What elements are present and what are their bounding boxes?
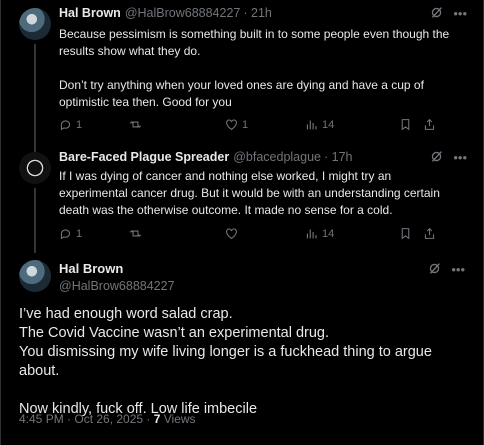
author-name[interactable]: Bare-Faced Plague Spreader	[59, 150, 229, 164]
avatar[interactable]	[19, 152, 51, 184]
reply-button[interactable]: 1	[59, 227, 129, 240]
grok-icon[interactable]	[430, 150, 443, 163]
share-icon	[424, 118, 435, 130]
grok-icon[interactable]	[430, 6, 443, 19]
view-count: 14	[322, 227, 335, 240]
bookmark-button[interactable]	[399, 227, 423, 240]
author-name[interactable]: Hal Brown	[59, 261, 175, 276]
text-line: The Covid Vaccine wasn’t an experimental…	[19, 325, 330, 341]
reply-count: 1	[76, 118, 83, 131]
reply-tweet-2[interactable]: Bare-Faced Plague Spreader @bfacedplague…	[19, 150, 483, 250]
repost-icon	[129, 121, 142, 128]
reply-count: 1	[76, 227, 83, 240]
views-button[interactable]: 14	[305, 118, 399, 131]
tweet-time[interactable]: · 21h	[243, 6, 272, 20]
main-author: Hal Brown @HalBrow68884227	[59, 261, 175, 293]
avatar[interactable]	[19, 8, 51, 40]
analytics-icon	[306, 229, 317, 239]
like-button[interactable]: 1	[225, 118, 305, 131]
main-tweet: Hal Brown @HalBrow68884227 ••• I’ve had …	[1, 258, 483, 438]
avatar[interactable]	[19, 260, 51, 292]
text-line: I’ve had enough word salad crap.	[19, 306, 233, 322]
header-icons: •••	[430, 150, 467, 165]
reply-icon	[60, 120, 71, 131]
author-name[interactable]: Hal Brown	[59, 6, 121, 20]
more-icon[interactable]: •••	[453, 150, 467, 165]
more-icon[interactable]: •••	[451, 262, 465, 277]
text-line: Don’t try anything when your loved ones …	[59, 78, 424, 92]
views-button[interactable]: 14	[305, 227, 399, 240]
author-handle[interactable]: @HalBrow68884227	[125, 6, 241, 20]
text-line: experimental cancer drug. But it would b…	[59, 186, 440, 200]
tweet-meta: 4:45 PM · Oct 26, 2025 · 7 Views	[19, 412, 196, 426]
bookmark-icon	[401, 119, 410, 131]
view-count: 14	[322, 118, 335, 131]
tweet-text: If I was dying of cancer and nothing els…	[59, 168, 465, 219]
text-line: optimistic tea then. Good for you	[59, 95, 232, 109]
timestamp[interactable]: 4:45 PM · Oct 26, 2025 ·	[19, 412, 154, 426]
tweet-time[interactable]: · 17h	[324, 150, 353, 164]
like-icon	[226, 228, 237, 240]
repost-icon	[129, 230, 142, 237]
header-icons: •••	[430, 6, 467, 21]
conversation-thread: Hal Brown @HalBrow68884227 · 21h ••• Bec…	[0, 0, 484, 445]
text-line: If I was dying of cancer and nothing els…	[59, 169, 392, 183]
bookmark-button[interactable]	[399, 118, 423, 131]
action-bar: 1 14	[59, 227, 465, 240]
more-icon[interactable]: •••	[453, 6, 467, 21]
like-count: 1	[242, 118, 249, 131]
grok-icon[interactable]	[428, 262, 441, 275]
bookmark-icon	[401, 228, 410, 240]
share-button[interactable]	[423, 227, 436, 240]
author-handle[interactable]: @bfacedplague	[233, 150, 321, 164]
tweet-text: Because pessimism is something built in …	[59, 26, 465, 111]
reply-tweet-1[interactable]: Hal Brown @HalBrow68884227 · 21h ••• Bec…	[19, 6, 483, 140]
views-label: Views	[160, 412, 196, 426]
text-line: death was the otherwise outcome. It made…	[59, 203, 393, 217]
share-button[interactable]	[423, 118, 436, 131]
analytics-icon	[306, 120, 317, 130]
action-bar: 1 1 14	[59, 118, 465, 131]
author-handle[interactable]: @HalBrow68884227	[59, 279, 175, 293]
tweet-header: Hal Brown @HalBrow68884227 · 21h •••	[59, 6, 467, 21]
tweet-header: Bare-Faced Plague Spreader @bfacedplague…	[59, 150, 467, 165]
repost-button[interactable]	[129, 118, 225, 131]
header-icons: •••	[428, 262, 465, 277]
reply-button[interactable]: 1	[59, 118, 129, 131]
reply-icon	[60, 229, 71, 240]
share-icon	[424, 227, 435, 239]
text-line: You dismissing my wife living longer is …	[19, 344, 432, 379]
tweet-text: I’ve had enough word salad crap. The Cov…	[19, 305, 471, 419]
text-line: Because pessimism is something built in …	[59, 27, 450, 41]
repost-button[interactable]	[129, 227, 225, 240]
text-line: results show what they do.	[59, 44, 201, 58]
like-button[interactable]	[225, 227, 305, 240]
like-icon	[226, 119, 237, 131]
